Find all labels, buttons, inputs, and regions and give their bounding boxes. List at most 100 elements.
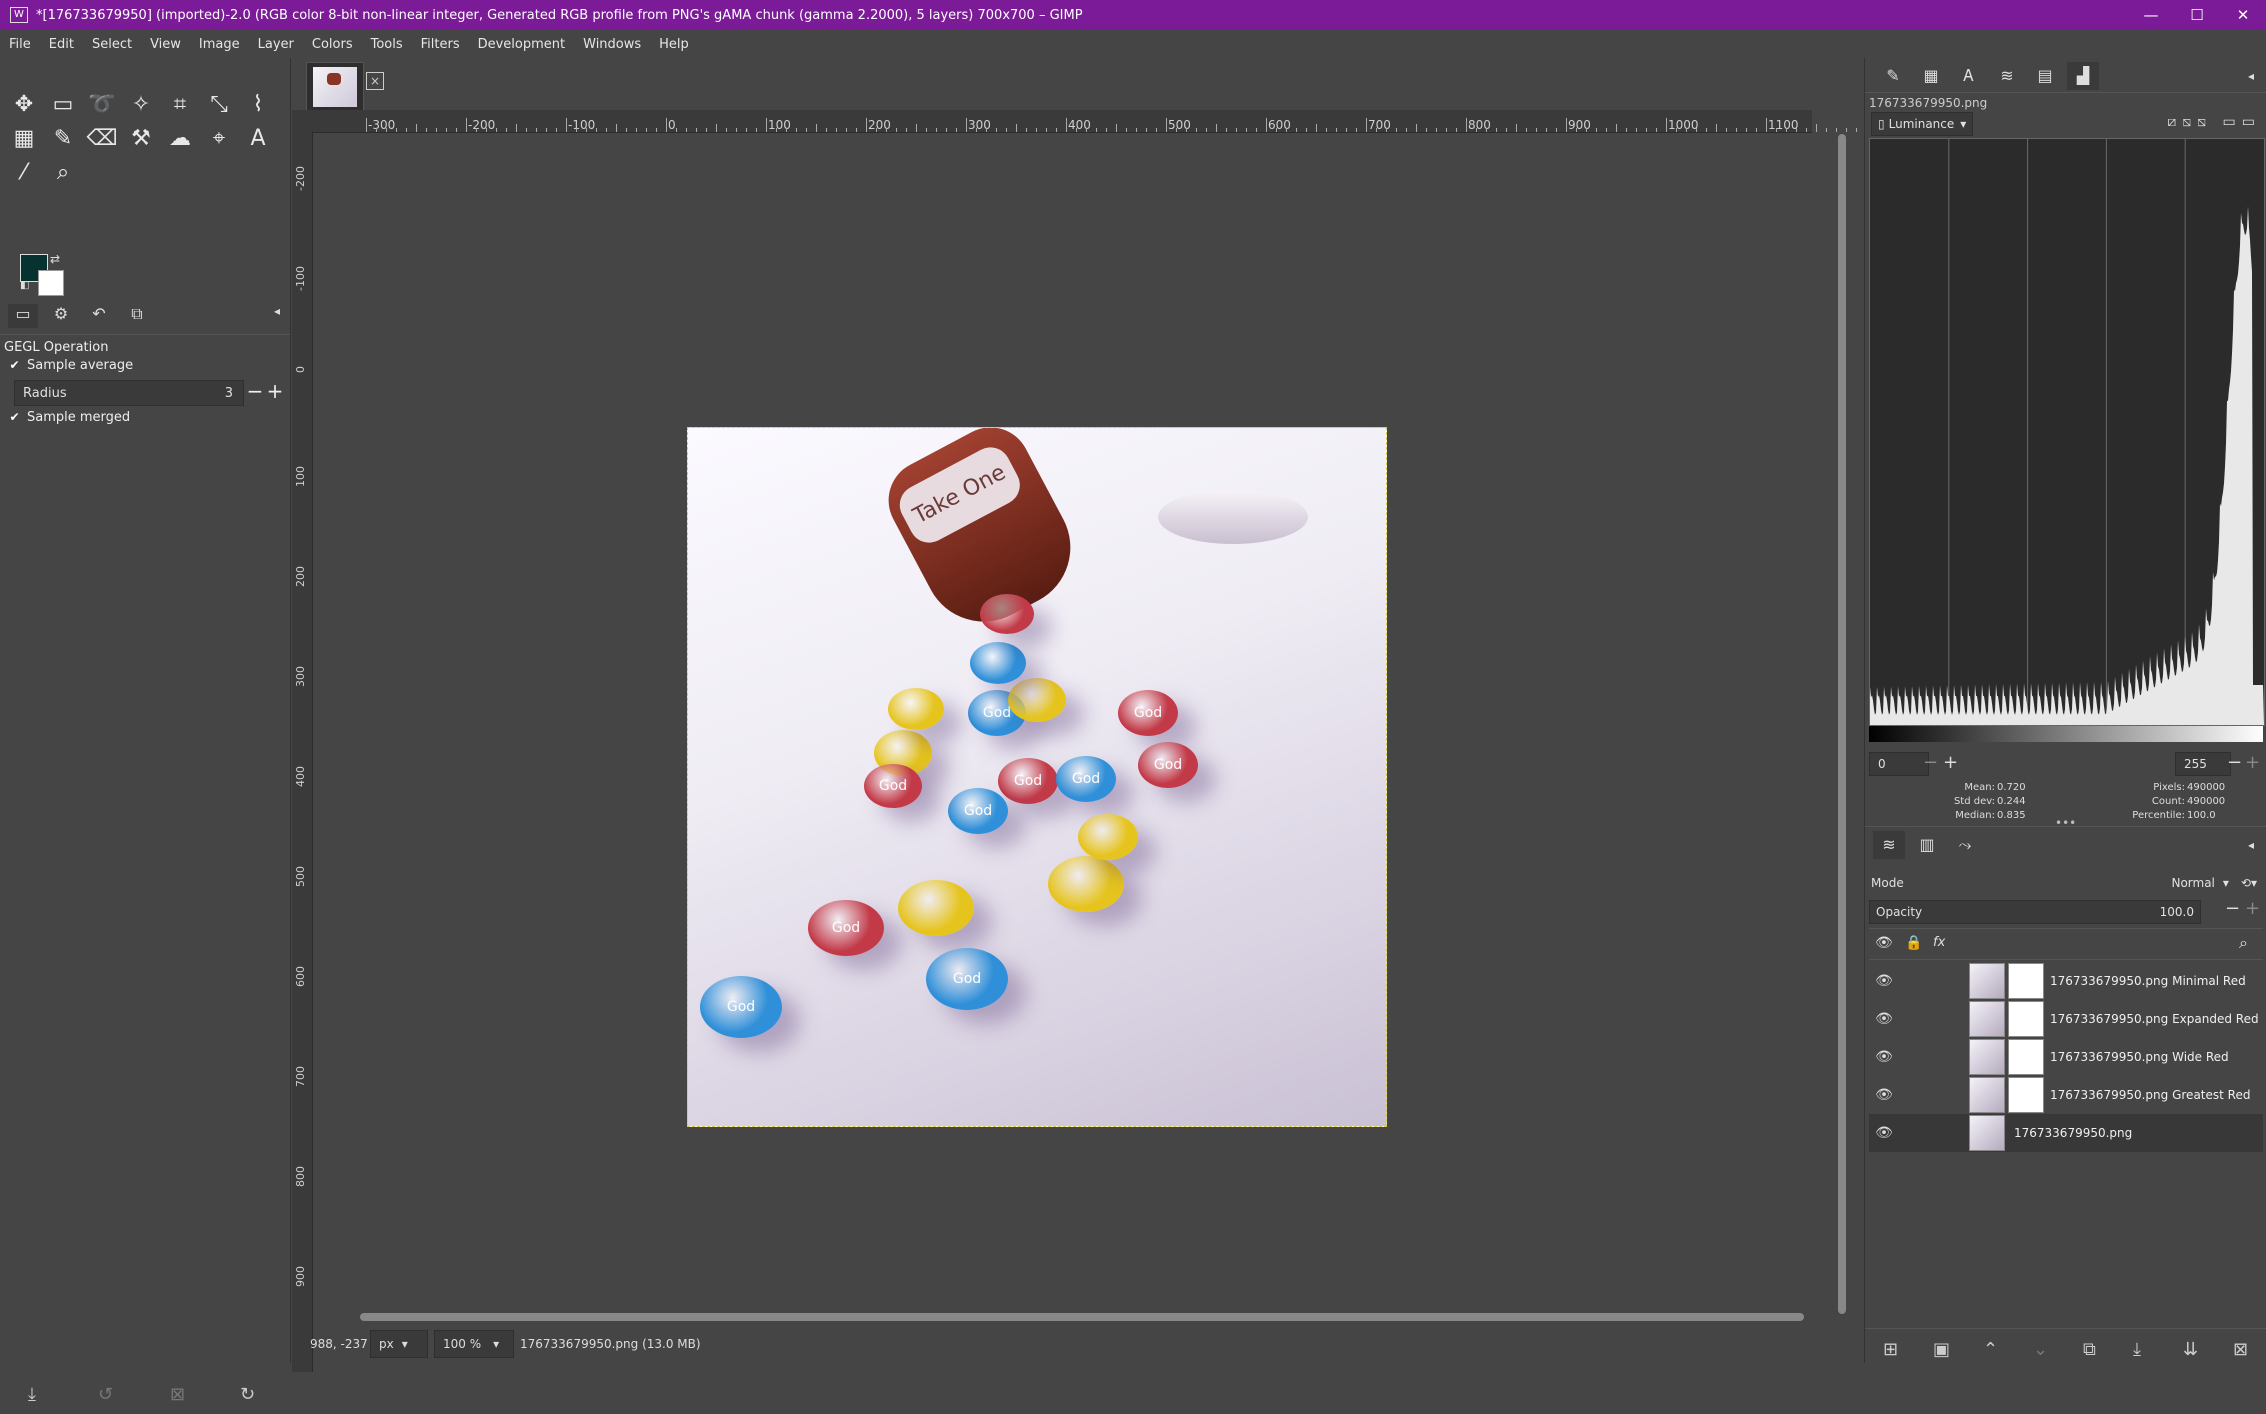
horizontal-scrollbar[interactable] [360,1313,1804,1321]
crop-icon[interactable]: ⌗ [162,88,198,120]
layer-thumbnail[interactable] [1969,963,2005,999]
ruler-corner[interactable] [292,110,312,132]
smudge-icon[interactable]: ☁ [162,122,198,154]
radius-spinner[interactable]: Radius 3 [14,380,244,406]
range-low-input[interactable]: 0 [1869,752,1929,776]
menu-tools[interactable]: Tools [362,37,412,52]
close-tab-icon[interactable]: × [366,72,384,90]
radius-decrease-button[interactable]: − [244,380,266,404]
tab-document-history[interactable]: ≋ [1991,62,2023,90]
opacity-spinner[interactable]: Opacity 100.0 [1869,900,2201,924]
reset-options-icon[interactable]: ↻ [240,1384,255,1405]
duplicate-layer-icon[interactable]: ⧉ [2083,1339,2096,1360]
menu-edit[interactable]: Edit [40,37,83,52]
raise-layer-icon[interactable]: ⌃ [1983,1339,1998,1360]
text-icon[interactable]: A [240,122,276,154]
eye-icon[interactable]: 👁 [1869,973,1899,989]
menu-image[interactable]: Image [190,37,249,52]
tab-patterns[interactable]: ▦ [1915,62,1947,90]
mode-select[interactable]: Normal [2171,876,2214,890]
anchor-layer-icon[interactable]: ⤓ [2133,1339,2141,1360]
zoom-icon[interactable]: ⌕ [45,156,81,188]
configure-tab-icon[interactable]: ◂ [2235,831,2266,859]
menu-file[interactable]: File [0,37,40,52]
lower-layer-icon[interactable]: ⌄ [2033,1339,2048,1360]
move-icon[interactable]: ✥ [6,88,42,120]
rect-select-icon[interactable]: ▭ [45,88,81,120]
eye-icon[interactable]: 👁 [1875,935,1893,951]
layer-row[interactable]: 👁 176733679950.png Expanded Red [1869,1000,2263,1038]
delete-options-icon[interactable]: ⊠ [170,1384,185,1405]
menu-windows[interactable]: Windows [574,37,650,52]
image-canvas[interactable]: Take One God God God God God God God God God God [687,427,1387,1127]
layer-row[interactable]: 👁 176733679950.png [1869,1114,2263,1152]
menu-layer[interactable]: Layer [249,37,303,52]
layer-mask-thumbnail[interactable] [2008,1001,2044,1037]
range-high-decrease-icon[interactable]: − [2227,752,2242,773]
layer-row[interactable]: 👁 176733679950.png Minimal Red [1869,962,2263,1000]
new-layer-icon[interactable]: ⊞ [1883,1339,1898,1360]
radius-value[interactable]: 3 [225,386,243,401]
layer-name[interactable]: 176733679950.png [2014,1126,2132,1140]
histogram-gradient[interactable] [1869,726,2263,742]
background-color-swatch[interactable] [38,270,64,296]
opacity-increase-icon[interactable]: + [2245,898,2260,919]
menu-help[interactable]: Help [650,37,698,52]
eye-icon[interactable]: 👁 [1869,1087,1899,1103]
layer-name[interactable]: 176733679950.png Minimal Red [2050,974,2246,988]
close-button[interactable]: ✕ [2220,0,2266,30]
opacity-decrease-icon[interactable]: − [2225,898,2240,919]
warp-icon[interactable]: ⌇ [240,88,276,120]
radius-increase-button[interactable]: + [264,380,286,404]
sample-merged-checkbox[interactable]: ✔ Sample merged [8,410,130,425]
menu-development[interactable]: Development [469,37,575,52]
tab-paths[interactable]: ⤳ [1949,831,1981,859]
eye-icon[interactable]: 👁 [1869,1049,1899,1065]
lock-icon[interactable]: 🔒 [1905,935,1922,951]
tab-fonts[interactable]: Ꭺ [1953,62,1985,90]
minimize-button[interactable]: — [2128,0,2174,30]
zoom-select[interactable]: 100 % ▾ [434,1330,514,1358]
range-high-increase-icon[interactable]: + [2245,752,2260,773]
merge-layer-icon[interactable]: ⇊ [2183,1339,2198,1360]
opacity-value[interactable]: 100.0 [2160,905,2200,919]
vertical-ruler[interactable]: -200 -100 0 100 200 300 400 500 600 700 800 900 [292,132,313,1372]
restore-options-icon[interactable]: ↺ [98,1384,113,1405]
tab-tool-options[interactable]: ▭ [8,304,38,328]
layer-name[interactable]: 176733679950.png Wide Red [2050,1050,2229,1064]
layer-thumbnail[interactable] [1969,1039,2005,1075]
menu-filters[interactable]: Filters [412,37,469,52]
range-high-input[interactable]: 255 [2175,752,2231,776]
clone-icon[interactable]: ⚒ [123,122,159,154]
layer-thumbnail[interactable] [1969,1001,2005,1037]
layer-mask-thumbnail[interactable] [2008,963,2044,999]
vertical-scrollbar[interactable] [1838,134,1846,1314]
eraser-icon[interactable]: ⌫ [84,122,120,154]
paintbrush-icon[interactable]: ✎ [45,122,81,154]
menu-select[interactable]: Select [83,37,141,52]
configure-tab-icon[interactable]: ◂ [262,304,292,328]
gradient-icon[interactable]: ▦ [6,122,42,154]
canvas-viewport[interactable]: Take One God God God God God God God God God God [313,133,1831,1370]
paths-icon[interactable]: ⌖ [201,122,237,154]
eye-icon[interactable]: 👁 [1869,1125,1899,1141]
swap-colors-icon[interactable]: ⇄ [50,252,60,266]
layer-thumbnail[interactable] [1969,1077,2005,1113]
tab-brushes[interactable]: ✎ [1877,62,1909,90]
reset-colors-icon[interactable]: ◧ [20,280,29,291]
fx-icon[interactable]: fx [1933,935,1945,950]
new-layer-group-icon[interactable]: ▣ [1933,1339,1950,1360]
menu-view[interactable]: View [141,37,190,52]
sample-average-checkbox[interactable]: ✔ Sample average [8,358,133,373]
layer-row[interactable]: 👁 176733679950.png Greatest Red [1869,1076,2263,1114]
search-icon[interactable]: ⌕ [2239,933,2248,953]
layer-mask-thumbnail[interactable] [2008,1077,2044,1113]
channel-select[interactable]: ▯ Luminance ▾ [1871,112,1973,136]
tab-histogram[interactable]: ▟ [2067,62,2099,90]
layer-thumbnail[interactable] [1969,1115,2005,1151]
tab-gradients[interactable]: ▤ [2029,62,2061,90]
lasso-icon[interactable]: ➰ [84,88,120,120]
tab-channels[interactable]: ▥ [1911,831,1943,859]
save-options-icon[interactable]: ⤓ [28,1384,36,1405]
unit-select[interactable]: px ▾ [370,1330,428,1358]
